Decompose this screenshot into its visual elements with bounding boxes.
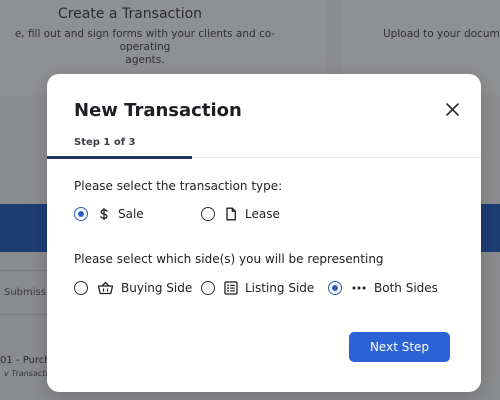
create-transaction-subtitle-line1: e, fill out and sign forms with your cli… [14, 28, 276, 53]
option-buying-side[interactable]: Buying Side [74, 279, 192, 297]
option-listing-side-label: Listing Side [245, 281, 315, 295]
modal-title: New Transaction [74, 100, 242, 121]
radio-buying-side[interactable] [74, 281, 88, 295]
transaction-type-question: Please select the transaction type: [74, 179, 283, 193]
radio-both-sides[interactable] [328, 281, 342, 295]
option-sale[interactable]: Sale [74, 205, 144, 223]
step-indicator: Step 1 of 3 [74, 137, 136, 148]
create-transaction-subtitle: e, fill out and sign forms with your cli… [0, 28, 290, 67]
option-both-sides[interactable]: Both Sides [328, 279, 438, 297]
radio-lease[interactable] [201, 207, 215, 221]
option-listing-side[interactable]: Listing Side [201, 279, 314, 297]
create-transaction-subtitle-line2: agents. [125, 54, 165, 66]
option-sale-label: Sale [118, 207, 144, 221]
document-icon [224, 207, 238, 221]
new-transaction-modal: New Transaction Step 1 of 3 Please selec… [47, 74, 481, 392]
list-icon [224, 281, 238, 295]
basket-icon [97, 281, 114, 295]
close-button[interactable] [443, 100, 463, 120]
option-lease-label: Lease [245, 207, 280, 221]
create-transaction-title: Create a Transaction [57, 6, 203, 22]
next-step-button[interactable]: Next Step [349, 332, 450, 362]
option-both-sides-label: Both Sides [374, 281, 438, 295]
representing-question: Please select which side(s) you will be … [74, 252, 384, 266]
option-lease[interactable]: Lease [201, 205, 280, 223]
option-buying-side-label: Buying Side [121, 281, 193, 295]
upload-card-subtitle: Upload to your documen [383, 28, 500, 40]
ellipsis-icon [351, 281, 367, 295]
table-row-title: 01 - Purch [0, 355, 51, 366]
radio-sale[interactable] [74, 207, 88, 221]
dollar-icon [97, 207, 111, 221]
radio-listing-side[interactable] [201, 281, 215, 295]
step-progress-bar [47, 156, 192, 159]
close-icon [446, 103, 459, 116]
